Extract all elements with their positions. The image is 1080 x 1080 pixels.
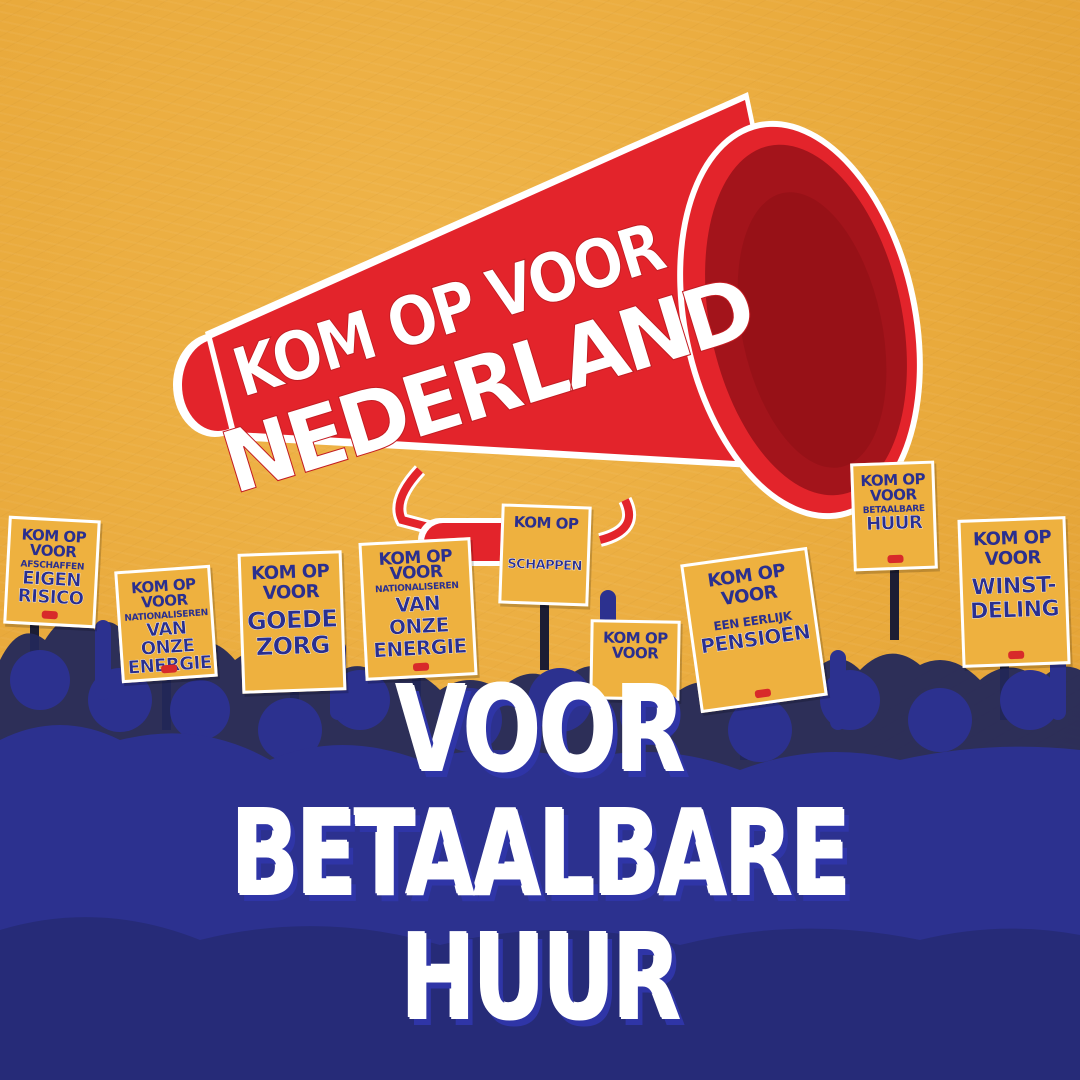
sign-top-text: KOM OP <box>513 512 579 534</box>
sign-big-text: SCHAPPEN <box>507 556 583 575</box>
protest-sign: KOM OP VOOR AFSCHAFFEN EIGEN RISICO <box>3 515 101 629</box>
protest-sign: KOM OP VOOR NATIONALISEREN VAN ONZE ENER… <box>358 537 478 681</box>
protest-sign: KOM OP SCHAPPEN <box>498 503 592 607</box>
poster: KOM OP VOOR NEDERLAND KOM OP VOOR AFSCHA… <box>0 0 1080 1080</box>
sign-big-text: ENERGIE <box>372 633 468 663</box>
sign-mid-text: VOOR <box>262 581 320 604</box>
protest-sign: KOM OP VOOR WINST- DELING <box>957 516 1071 668</box>
sign-big-text: VAN ONZE <box>388 590 450 640</box>
sign-big-text: ZORG <box>255 630 331 662</box>
headline-line1: VOOR <box>396 661 686 799</box>
headline: VOOR BETAALBARE HUUR <box>0 668 1080 1040</box>
protest-sign: KOM OP VOOR BETAALBARE HUUR <box>850 460 938 572</box>
megaphone-logo-icon <box>41 610 58 620</box>
sign-big-text: HUUR <box>865 512 923 535</box>
headline-line2: BETAALBARE HUUR <box>231 785 852 1047</box>
megaphone-logo-icon <box>1008 650 1025 660</box>
sign-big-text: DELING <box>969 596 1060 625</box>
sign-mid-text: VOOR <box>611 643 659 663</box>
protest-sign: KOM OP VOOR NATIONALISEREN VAN ONZE ENER… <box>114 564 218 684</box>
megaphone-logo-icon <box>887 554 904 564</box>
sign-mid-text: VOOR <box>984 547 1042 570</box>
sign-big-text: RISICO <box>17 585 85 610</box>
